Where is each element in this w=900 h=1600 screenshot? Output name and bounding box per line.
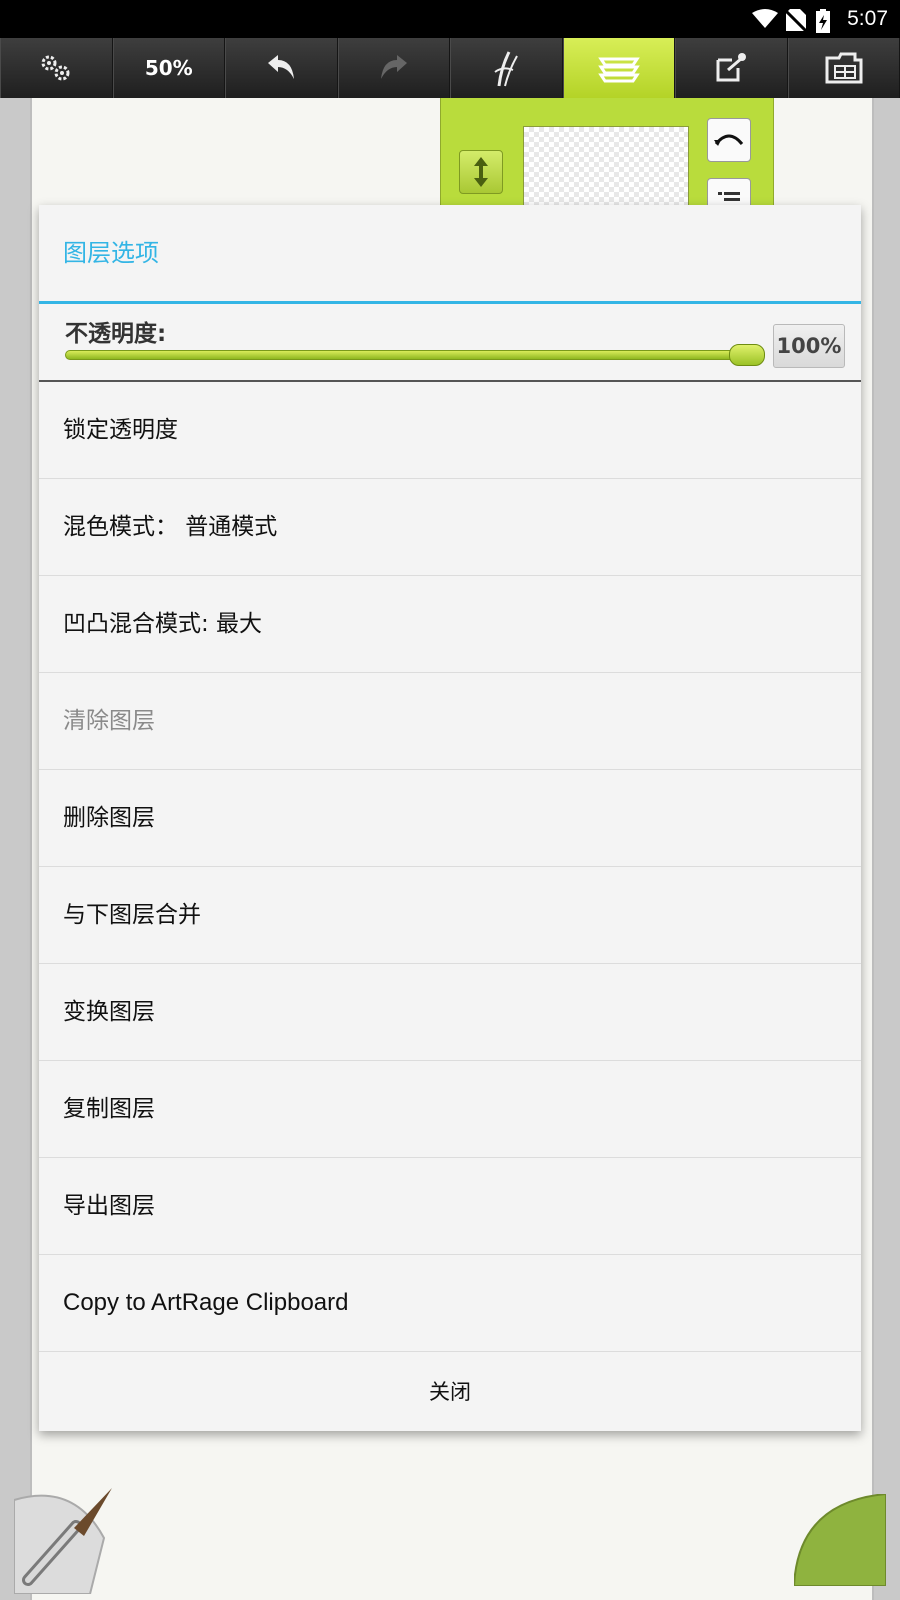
share-icon	[716, 53, 747, 82]
share-button[interactable]	[675, 38, 788, 98]
zoom-level: 50%	[144, 56, 193, 80]
color-picker-button[interactable]	[792, 1492, 887, 1587]
clock: 5:07	[847, 7, 888, 30]
no-sim-icon	[786, 9, 806, 31]
main-toolbar: 50%	[0, 38, 900, 98]
clear-layer-item: 清除图层	[39, 673, 861, 770]
layers-icon	[597, 57, 640, 83]
transform-layer-item[interactable]: 变换图层	[39, 964, 861, 1061]
tools-button[interactable]	[450, 38, 563, 98]
opacity-label: 不透明度:	[65, 321, 167, 347]
layer-panel	[440, 98, 774, 222]
paintbrush-icon	[13, 1488, 112, 1595]
merge-down-item[interactable]: 与下图层合并	[39, 867, 861, 964]
layer-options-dialog: 图层选项 不透明度: 100% 锁定透明度 混色模式： 普通模式 凹凸混合模式:…	[39, 205, 861, 1431]
opacity-slider-knob[interactable]	[729, 344, 765, 366]
battery-charging-icon	[816, 9, 830, 33]
settings-button[interactable]	[0, 38, 113, 98]
undo-icon	[268, 55, 295, 79]
copy-to-clipboard-item[interactable]: Copy to ArtRage Clipboard	[39, 1255, 861, 1352]
color-swatch-icon	[792, 1492, 887, 1587]
redo-button[interactable]	[337, 38, 450, 98]
export-layer-item[interactable]: 导出图层	[39, 1158, 861, 1255]
close-button[interactable]: 关闭	[39, 1352, 861, 1432]
dialog-title: 图层选项	[39, 205, 861, 304]
opacity-value[interactable]: 100%	[773, 324, 845, 368]
layer-collapse-button[interactable]	[707, 118, 751, 162]
blend-mode-item[interactable]: 混色模式： 普通模式	[39, 479, 861, 576]
duplicate-layer-item[interactable]: 复制图层	[39, 1061, 861, 1158]
opacity-slider-track[interactable]	[65, 350, 751, 360]
gallery-icon	[825, 52, 863, 84]
redo-icon	[380, 55, 407, 79]
zoom-button[interactable]: 50%	[112, 38, 225, 98]
tools-icon	[494, 51, 519, 87]
brush-tool-button[interactable]	[13, 1488, 118, 1595]
opacity-control: 不透明度: 100%	[39, 304, 861, 382]
curve-arrow-icon	[714, 134, 744, 146]
lock-transparency-item[interactable]: 锁定透明度	[39, 382, 861, 479]
wifi-icon	[752, 9, 778, 28]
layer-reorder-handle[interactable]	[459, 150, 503, 194]
settings-icon	[41, 55, 70, 81]
vertical-arrows-icon	[474, 157, 488, 187]
undo-button[interactable]	[225, 38, 338, 98]
delete-layer-item[interactable]: 删除图层	[39, 770, 861, 867]
bump-blend-mode-item[interactable]: 凹凸混合模式: 最大	[39, 576, 861, 673]
layers-button[interactable]	[562, 38, 675, 98]
status-bar: 5:07	[0, 0, 900, 38]
gallery-button[interactable]	[787, 38, 900, 98]
